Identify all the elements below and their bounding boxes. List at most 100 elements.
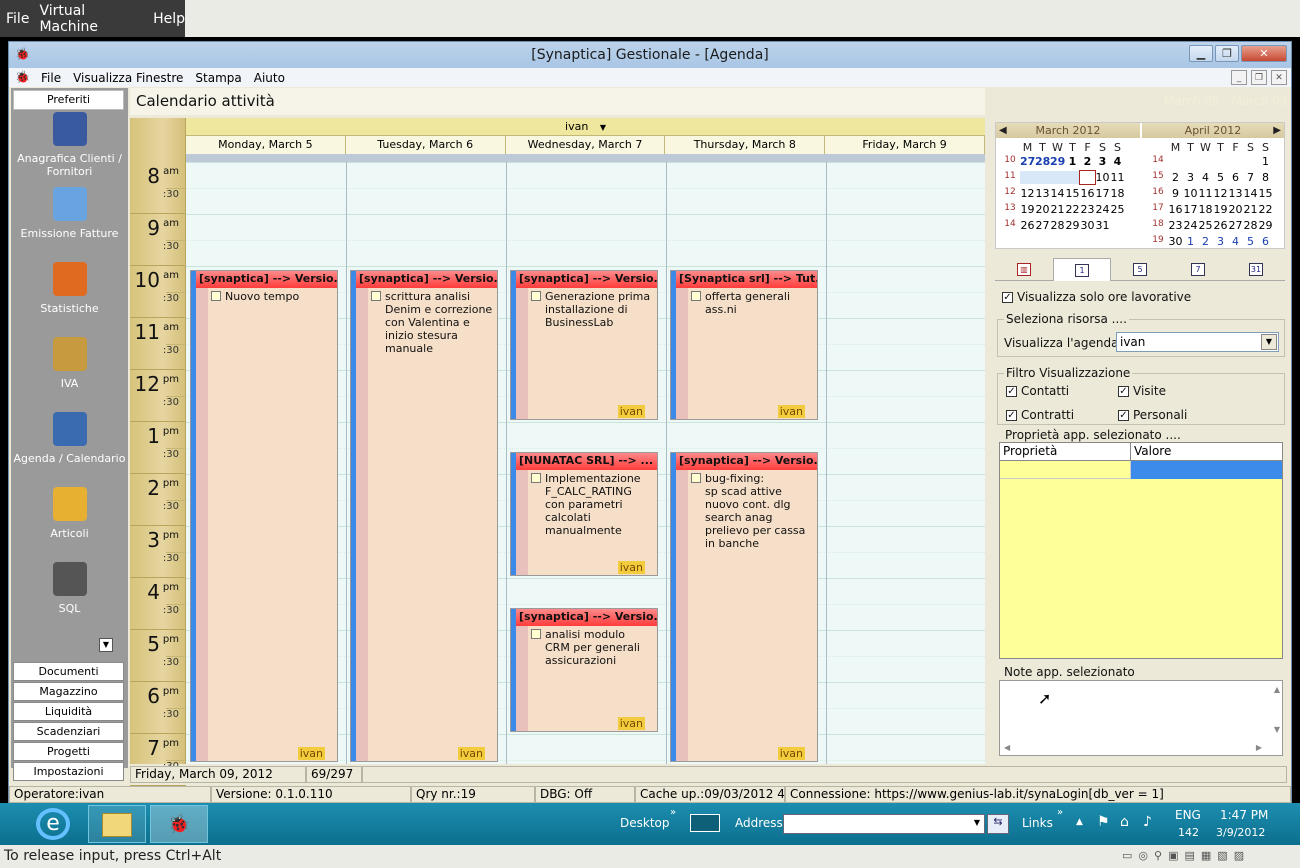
disk-icon[interactable]: ▭: [1122, 849, 1132, 865]
keyboard-icon[interactable]: [690, 814, 720, 832]
calendar-day[interactable]: 4: [1228, 235, 1243, 248]
menu-file[interactable]: File: [35, 71, 67, 85]
clock-time[interactable]: 1:47 PM: [1220, 808, 1268, 822]
calendar-day[interactable]: 28: [1050, 219, 1065, 232]
day-header[interactable]: Thursday, March 8: [665, 136, 826, 154]
calendar-day[interactable]: [1198, 155, 1213, 168]
host-menu-help[interactable]: Help: [153, 11, 185, 27]
calendar-day[interactable]: 27: [1228, 219, 1243, 232]
chevron-up-icon[interactable]: ▲: [1076, 817, 1083, 827]
properties-table[interactable]: Proprietà Valore: [999, 442, 1283, 659]
mdi-close-button[interactable]: ✕: [1271, 70, 1287, 85]
column-header-value[interactable]: Valore: [1131, 443, 1282, 461]
calendar-day[interactable]: 9: [1079, 170, 1096, 185]
sidebar-button[interactable]: Impostazioni: [13, 762, 124, 781]
address-input[interactable]: ▼: [783, 814, 985, 834]
device-icon[interactable]: ▧: [1217, 849, 1227, 865]
day-header[interactable]: Friday, March 9: [825, 136, 985, 154]
menu-help[interactable]: Aiuto: [248, 71, 291, 85]
calendar-day[interactable]: 29: [1050, 155, 1065, 168]
calendar-day[interactable]: 6: [1258, 235, 1273, 248]
calendar-day[interactable]: 24: [1183, 219, 1198, 232]
calendar-day[interactable]: 20: [1228, 203, 1243, 216]
calendar-day[interactable]: 11: [1110, 171, 1125, 184]
sidebar-button[interactable]: Magazzino: [13, 682, 124, 701]
tab-list-view[interactable]: ▥: [995, 258, 1053, 281]
table-row[interactable]: [1000, 461, 1131, 479]
host-menu-file[interactable]: File: [6, 11, 29, 27]
appointment-title[interactable]: [synaptica] --> Versio...: [356, 271, 497, 288]
mdi-minimize-button[interactable]: _: [1231, 70, 1247, 85]
go-icon[interactable]: ⇆: [987, 814, 1009, 834]
calendar-day[interactable]: 15: [1258, 187, 1273, 200]
calendar-day[interactable]: 10: [1095, 171, 1110, 184]
calendar-day[interactable]: 25: [1110, 203, 1125, 216]
notes-textarea[interactable]: ▲ ▼ ◀ ▶ ➚: [999, 680, 1283, 756]
calendar-day[interactable]: 12: [1213, 187, 1228, 200]
chevron-right-icon[interactable]: »: [670, 807, 676, 818]
contracts-checkbox[interactable]: ✓: [1006, 410, 1017, 421]
calendar-day[interactable]: 29: [1258, 219, 1273, 232]
sidebar-item[interactable]: Anagrafica Clienti / Fornitori: [11, 112, 128, 178]
appointment-title[interactable]: [Synaptica srl] --> Tut...: [676, 271, 817, 288]
visits-checkbox[interactable]: ✓: [1118, 386, 1129, 397]
column-header-property[interactable]: Proprietà: [1000, 443, 1131, 461]
calendar-day[interactable]: 12: [1020, 187, 1035, 200]
calendar-day[interactable]: 28: [1035, 155, 1050, 168]
display-icon[interactable]: ▨: [1234, 849, 1244, 865]
tab-day-view[interactable]: 1: [1053, 258, 1111, 281]
calendar-day[interactable]: 31: [1095, 219, 1110, 232]
calendar-day[interactable]: 27: [1020, 155, 1035, 168]
network-device-icon[interactable]: ▣: [1168, 849, 1178, 865]
calendar-day[interactable]: 4: [1198, 171, 1213, 184]
chevron-down-icon[interactable]: ▼: [974, 818, 980, 827]
calendar-day[interactable]: 10: [1183, 187, 1198, 200]
calendar-day[interactable]: 18: [1198, 203, 1213, 216]
calendar-day[interactable]: 5: [1213, 171, 1228, 184]
calendar-day[interactable]: 21: [1050, 203, 1065, 216]
maximize-button[interactable]: ❐: [1215, 45, 1239, 62]
menu-print[interactable]: Stampa: [189, 71, 247, 85]
printer-icon[interactable]: ▤: [1184, 849, 1194, 865]
sidebar-button[interactable]: Liquidità: [13, 702, 124, 721]
network-icon[interactable]: ⌂: [1120, 814, 1129, 830]
calendar-day[interactable]: 6: [1228, 171, 1243, 184]
sidebar-item[interactable]: IVA: [11, 337, 128, 390]
calendar-day[interactable]: [1168, 155, 1183, 168]
day-header[interactable]: Tuesday, March 6: [346, 136, 506, 154]
working-hours-checkbox[interactable]: ✓: [1002, 292, 1013, 303]
calendar-day[interactable]: 2: [1168, 171, 1183, 184]
contacts-checkbox[interactable]: ✓: [1006, 386, 1017, 397]
menu-windows[interactable]: Visualizza Finestre: [67, 71, 189, 85]
prev-month-icon[interactable]: ◀: [999, 123, 1007, 138]
calendar-day[interactable]: [1213, 155, 1228, 168]
sidebar-button[interactable]: Documenti: [13, 662, 124, 681]
calendar-day[interactable]: 27: [1035, 219, 1050, 232]
calendar-day[interactable]: 17: [1095, 187, 1110, 200]
calendar-day[interactable]: [1243, 155, 1258, 168]
filter-contacts[interactable]: ✓ Contatti: [1006, 384, 1069, 398]
sidebar-item[interactable]: Articoli: [11, 487, 128, 540]
close-button[interactable]: ✕: [1241, 45, 1287, 62]
all-day-strip[interactable]: [186, 154, 985, 162]
scroll-up-icon[interactable]: ▲: [1274, 685, 1280, 694]
appointment[interactable]: [synaptica] --> Versio... Generazione pri…: [510, 270, 658, 420]
minimize-button[interactable]: ▁: [1189, 45, 1213, 62]
calendar-day[interactable]: [1183, 155, 1198, 168]
calendar-day[interactable]: 5: [1020, 171, 1035, 184]
calendar-day[interactable]: 30: [1080, 219, 1095, 232]
calendar-day[interactable]: 24: [1095, 203, 1110, 216]
calendar-day[interactable]: 2: [1198, 235, 1213, 248]
agenda-grid[interactable]: [synaptica] --> Versio... Nuovo tempo ivan…: [186, 162, 985, 764]
calendar-day[interactable]: 13: [1228, 187, 1243, 200]
chevron-right-icon[interactable]: »: [1057, 807, 1063, 818]
toolbar-desktop[interactable]: Desktop: [620, 816, 670, 830]
calendar-day[interactable]: 1: [1258, 155, 1273, 168]
sidebar-header-preferiti[interactable]: Preferiti: [13, 90, 124, 110]
calendar-day[interactable]: 16: [1080, 187, 1095, 200]
taskbar-synaptica[interactable]: 🐞: [150, 805, 208, 843]
usb-icon[interactable]: ⚲: [1154, 849, 1162, 865]
calendar-day[interactable]: 22: [1258, 203, 1273, 216]
cd-icon[interactable]: ◎: [1138, 849, 1148, 865]
host-menu-vm[interactable]: Virtual Machine: [39, 3, 143, 35]
